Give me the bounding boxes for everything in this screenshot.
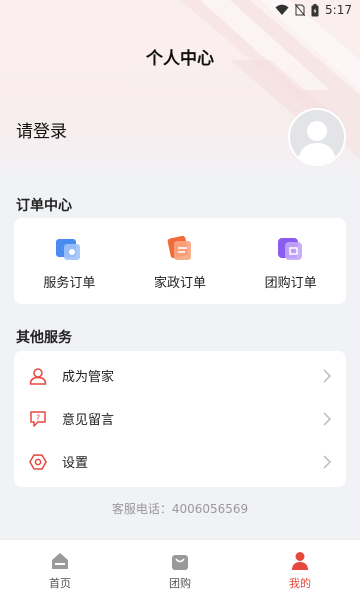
tab-profile[interactable]: 我的 xyxy=(240,540,360,600)
clock-time: 5:17 xyxy=(325,3,352,17)
service-order-label: 服务订单 xyxy=(43,276,96,291)
group-order-button[interactable]: 团购订单 xyxy=(235,218,346,304)
housekeeping-order-label: 家政订单 xyxy=(154,276,207,291)
page-title: 个人中心 xyxy=(146,49,214,69)
service-order-icon xyxy=(56,236,82,262)
become-housekeeper-label: 成为管家 xyxy=(62,370,115,385)
housekeeping-order-icon xyxy=(167,235,193,262)
default-avatar-icon xyxy=(298,121,336,164)
other-services-card: 成为管家 ? 意见留言 设置 xyxy=(14,351,346,487)
status-bar: 5:17 xyxy=(0,0,360,20)
group-order-label: 团购订单 xyxy=(264,276,317,291)
tab-group-buy-label: 团购 xyxy=(169,577,191,590)
order-center-card: 服务订单 家政订单 团购订单 xyxy=(14,218,346,304)
tab-home[interactable]: 首页 xyxy=(0,540,120,600)
group-order-icon xyxy=(277,236,304,262)
user-icon xyxy=(28,366,48,386)
profile-icon xyxy=(292,552,308,570)
chevron-right-icon xyxy=(323,411,332,426)
feedback-icon: ? xyxy=(28,409,48,429)
wifi-icon xyxy=(275,4,289,16)
shopping-bag-icon xyxy=(172,555,188,570)
home-icon xyxy=(52,553,68,569)
tab-group-buy[interactable]: 团购 xyxy=(120,540,240,600)
bottom-tab-bar: 首页 团购 我的 xyxy=(0,539,360,600)
tab-profile-label: 我的 xyxy=(289,577,311,590)
settings-label: 设置 xyxy=(62,456,89,471)
settings-icon xyxy=(28,452,48,472)
services-section-title: 其他服务 xyxy=(16,330,72,346)
order-section-title: 订单中心 xyxy=(16,198,72,214)
avatar[interactable] xyxy=(288,108,346,166)
service-order-button[interactable]: 服务订单 xyxy=(14,218,125,304)
chevron-right-icon xyxy=(323,454,332,469)
settings-row[interactable]: 设置 xyxy=(14,440,346,483)
no-sim-icon xyxy=(295,4,306,16)
tab-home-label: 首页 xyxy=(49,577,71,590)
feedback-label: 意见留言 xyxy=(62,413,115,428)
login-prompt-link[interactable]: 请登录 xyxy=(16,117,67,142)
become-housekeeper-row[interactable]: 成为管家 xyxy=(14,354,346,397)
chevron-right-icon xyxy=(323,368,332,383)
housekeeping-order-button[interactable]: 家政订单 xyxy=(125,218,236,304)
customer-service-phone[interactable]: 客服电话：4006056569 xyxy=(0,500,360,517)
svg-text:?: ? xyxy=(36,413,40,422)
battery-icon xyxy=(311,3,319,17)
feedback-row[interactable]: ? 意见留言 xyxy=(14,397,346,440)
